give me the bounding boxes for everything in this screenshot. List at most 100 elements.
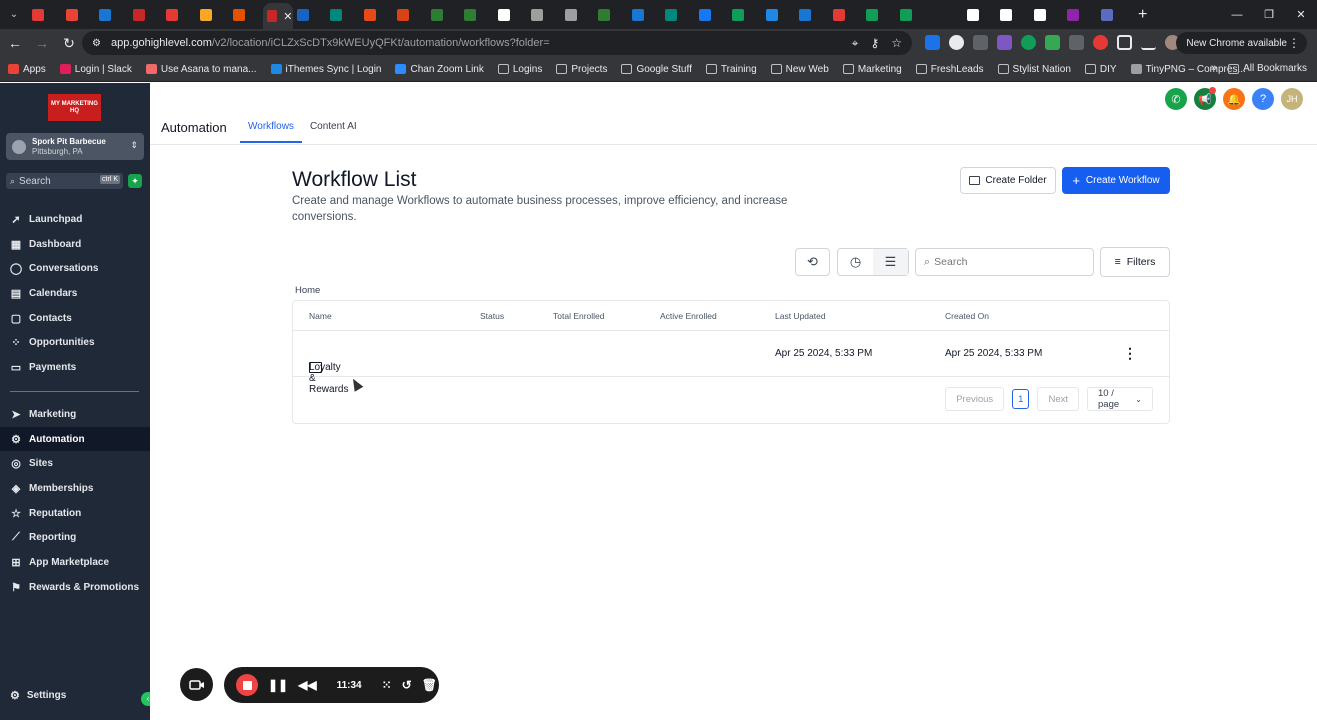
sidebar-item-marketing[interactable]: ➤ Marketing [0,402,150,427]
bookmark-item[interactable]: Use Asana to mana... [145,64,257,75]
browser-tab[interactable] [28,4,62,26]
password-key-icon[interactable]: ⚷ [870,36,879,51]
browser-tab[interactable] [229,4,263,26]
sidebar-item-dashboard[interactable]: ▦ Dashboard [0,232,150,257]
sidebar-item-memberships[interactable]: ◈ Memberships [0,476,150,501]
sidebar-item-settings[interactable]: ⚙ Settings [10,689,66,702]
browser-tab[interactable] [628,4,662,26]
forward-icon[interactable]: → [30,31,54,55]
camera-toggle-button[interactable] [180,668,213,701]
list-view-icon[interactable]: ☰ [873,249,908,275]
breadcrumb[interactable]: Home [295,285,320,296]
workflow-folder-name[interactable]: Loyalty & Rewards [309,362,348,395]
chrome-update-button[interactable]: New Chrome available ⋮ [1176,32,1307,54]
stop-recording-button[interactable] [236,674,258,696]
browser-tab[interactable] [661,4,695,26]
extension-icon[interactable] [973,35,988,50]
column-header-active-enrolled[interactable]: Active Enrolled [660,311,717,321]
browser-tab[interactable] [326,4,360,26]
browser-tab[interactable] [1063,4,1097,26]
reload-icon[interactable]: ↻ [57,31,81,55]
media-control-icon[interactable] [1141,35,1156,50]
extension-icon[interactable] [949,35,964,50]
browser-tab[interactable] [95,4,129,26]
sidebar-item-sites[interactable]: ◎ Sites [0,451,150,476]
bookmark-item[interactable]: iThemes Sync | Login [270,64,381,75]
filters-button[interactable]: ≡ Filters [1100,247,1170,277]
browser-tab[interactable] [494,4,528,26]
browser-tab[interactable] [62,4,96,26]
site-info-icon[interactable]: ⚙ [92,38,101,49]
help-icon[interactable]: ? [1252,88,1274,110]
sidebar-search[interactable]: ⌕ Search ctrl K [6,173,123,189]
new-tab-icon[interactable]: + [1138,6,1147,24]
browser-tab[interactable] [293,4,327,26]
extension-icon[interactable] [1021,35,1036,50]
browser-tab[interactable] [1030,4,1064,26]
account-switcher[interactable]: Spork Pit Barbecue Pittsburgh, PA ⇕ [6,133,144,160]
sidebar-item-calendars[interactable]: ▤ Calendars [0,281,150,306]
browser-tab[interactable] [695,4,729,26]
next-page-button[interactable]: Next [1037,387,1079,411]
column-header-status[interactable]: Status [480,311,504,321]
browser-tab[interactable] [862,4,896,26]
extensions-puzzle-icon[interactable] [1117,35,1132,50]
sidebar-item-launchpad[interactable]: ➚ Launchpad [0,207,150,232]
more-bookmarks-icon[interactable]: » [1211,62,1217,74]
tab-search-icon[interactable]: ⌄ [0,0,28,29]
close-window-icon[interactable]: ✕ [1285,0,1317,29]
row-more-options-icon[interactable]: ⋮ [1123,345,1137,362]
page-number[interactable]: 1 [1012,389,1030,409]
browser-tab[interactable] [129,4,163,26]
bookmark-item[interactable]: New Web [770,64,829,75]
restore-icon[interactable]: ❐ [1253,0,1285,29]
create-workflow-button[interactable]: + Create Workflow [1062,167,1170,194]
tab-content-ai[interactable]: Content AI [302,116,365,143]
column-header-created-on[interactable]: Created On [945,311,989,321]
bookmark-item[interactable]: Apps [8,64,46,75]
bookmark-item[interactable]: FreshLeads [915,64,984,75]
sidebar-item-app-marketplace[interactable]: ⊞ App Marketplace [0,550,150,575]
browser-tab[interactable] [594,4,628,26]
restart-icon[interactable]: ↺ [402,678,412,692]
create-folder-button[interactable]: Create Folder [960,167,1056,194]
bookmark-star-icon[interactable]: ☆ [891,36,902,51]
sidebar-item-contacts[interactable]: ▢ Contacts [0,306,150,331]
extension-icon[interactable] [1045,35,1060,50]
workflow-search-input[interactable] [934,256,1075,268]
per-page-select[interactable]: 10 / page ⌄ [1087,387,1153,411]
sidebar-item-reputation[interactable]: ☆ Reputation [0,501,150,526]
column-header-last-updated[interactable]: Last Updated [775,311,826,321]
rewind-icon[interactable]: ◀◀ [298,678,316,692]
bookmark-item[interactable]: Chan Zoom Link [395,64,484,75]
browser-tab[interactable] [393,4,427,26]
sidebar-item-opportunities[interactable]: ⁘ Opportunities [0,330,150,355]
extension-icon[interactable] [1093,35,1108,50]
back-icon[interactable]: ← [3,31,27,55]
company-logo[interactable]: MY MARKETING HQ [48,94,101,121]
pause-icon[interactable]: ❚❚ [268,678,288,692]
browser-tab[interactable] [829,4,863,26]
quick-action-bolt-icon[interactable]: ✦ [128,174,142,188]
browser-tab[interactable] [896,4,930,26]
browser-tab[interactable] [561,4,595,26]
browser-tab[interactable] [762,4,796,26]
tab-workflows[interactable]: Workflows [240,116,302,143]
sidebar-item-conversations[interactable]: ◯ Conversations [0,256,150,281]
browser-tab[interactable]: ✕ [262,3,293,29]
trash-icon[interactable]: 🗑 [422,678,437,692]
sidebar-item-rewards-promotions[interactable]: ⚑ Rewards & Promotions [0,575,150,600]
browser-tab[interactable] [527,4,561,26]
column-header-name[interactable]: Name [309,311,332,321]
user-avatar[interactable]: JH [1281,88,1303,110]
browser-tab[interactable] [360,4,394,26]
browser-tab[interactable] [196,4,230,26]
bookmark-item[interactable]: DIY [1084,64,1117,75]
browser-tab[interactable] [162,4,196,26]
browser-tab[interactable] [728,4,762,26]
history-button[interactable]: ⟲ [795,248,830,276]
grid-icon[interactable]: ⁙ [382,678,392,692]
phone-icon[interactable]: ✆ [1165,88,1187,110]
address-bar[interactable]: ⚙ app.gohighlevel.com/v2/location/iCLZxS… [82,31,912,55]
notification-bell-icon[interactable]: 🔔 [1223,88,1245,110]
